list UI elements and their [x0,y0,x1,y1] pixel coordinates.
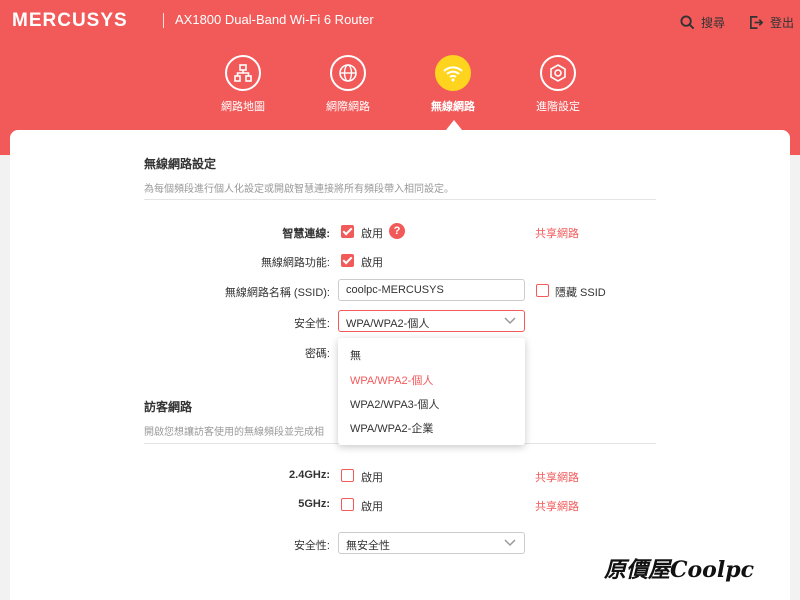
guest-24ghz-text: 啟用 [361,472,383,484]
hide-ssid-text: 隱藏 SSID [555,287,606,299]
share-network-link[interactable]: 共享網路 [535,225,579,241]
gear-icon [550,64,566,82]
network-map-icon [234,64,252,82]
search-button[interactable]: 搜尋 [680,14,725,31]
hide-ssid-checkbox[interactable] [536,284,549,297]
chevron-down-icon [504,539,516,547]
guest-5ghz-checkbox[interactable] [341,498,354,511]
guest-24ghz-checkbox[interactable] [341,469,354,482]
security-dropdown-menu: 無 WPA/WPA2-個人 WPA2/WPA3-個人 WPA/WPA2-企業 [338,338,525,445]
password-label: 密碼: [304,348,330,360]
globe-icon [339,64,357,82]
security-label: 安全性: [293,318,330,330]
guest-24ghz-label: 2.4GHz: [289,469,330,481]
nav-advanced[interactable]: 進階設定 [518,55,598,114]
wireless-function-checkbox[interactable] [341,254,354,267]
smart-connect-checkbox[interactable] [341,225,354,238]
guest-section-desc: 開啟您想讓訪客使用的無線頻段並完成相 [144,427,324,438]
security-option[interactable]: WPA/WPA2-企業 [350,420,433,436]
nav-label: 進階設定 [536,101,580,113]
guest-5ghz-share-link[interactable]: 共享網路 [535,498,579,514]
nav-label: 網路地圖 [221,101,265,113]
nav-internet[interactable]: 網際網路 [308,55,388,114]
brand-logo: MERCUSYS [12,10,128,31]
logout-icon [750,16,764,29]
active-tab-pointer [446,120,462,130]
search-icon [680,15,695,30]
guest-section-title: 訪客網路 [144,400,193,414]
security-select[interactable]: WPA/WPA2-個人 [338,310,525,332]
security-option[interactable]: 無 [350,347,361,363]
wireless-function-label: 無線網路功能: [260,257,330,269]
section-divider [144,199,656,200]
smart-connect-text: 啟用 [361,228,383,240]
guest-security-label: 安全性: [293,540,330,552]
wifi-icon [443,66,463,82]
ssid-input[interactable]: coolpc-MERCUSYS [338,279,525,301]
nav-network-map[interactable]: 網路地圖 [203,55,283,114]
chevron-down-icon [504,317,516,325]
help-icon[interactable]: ? [389,223,405,239]
guest-security-select[interactable]: 無安全性 [338,532,525,554]
ssid-label: 無線網路名稱 (SSID): [224,287,330,299]
nav-wireless[interactable]: 無線網路 [413,55,493,114]
coolpc-watermark: 原價屋Coolpc [604,557,754,583]
router-model: AX1800 Dual-Band Wi-Fi 6 Router [175,12,374,27]
nav-label: 無線網路 [431,101,475,113]
logout-label: 登出 [770,16,795,30]
smart-connect-label: 智慧連線: [282,228,330,240]
security-option-selected[interactable]: WPA/WPA2-個人 [350,372,433,388]
wireless-function-text: 啟用 [361,257,383,269]
wireless-section-desc: 為每個頻段進行個人化設定或開啟智慧連接將所有頻段帶入相同設定。 [144,184,454,195]
guest-24ghz-share-link[interactable]: 共享網路 [535,469,579,485]
security-select-value: WPA/WPA2-個人 [346,318,430,330]
logout-button[interactable]: 登出 [749,14,794,31]
guest-security-value: 無安全性 [346,540,390,552]
logo-divider [163,13,164,28]
guest-5ghz-text: 啟用 [361,501,383,513]
security-option[interactable]: WPA2/WPA3-個人 [350,396,439,412]
guest-5ghz-label: 5GHz: [298,498,330,510]
search-label: 搜尋 [701,16,726,30]
wireless-section-title: 無線網路設定 [144,157,217,171]
nav-label: 網際網路 [326,101,370,113]
